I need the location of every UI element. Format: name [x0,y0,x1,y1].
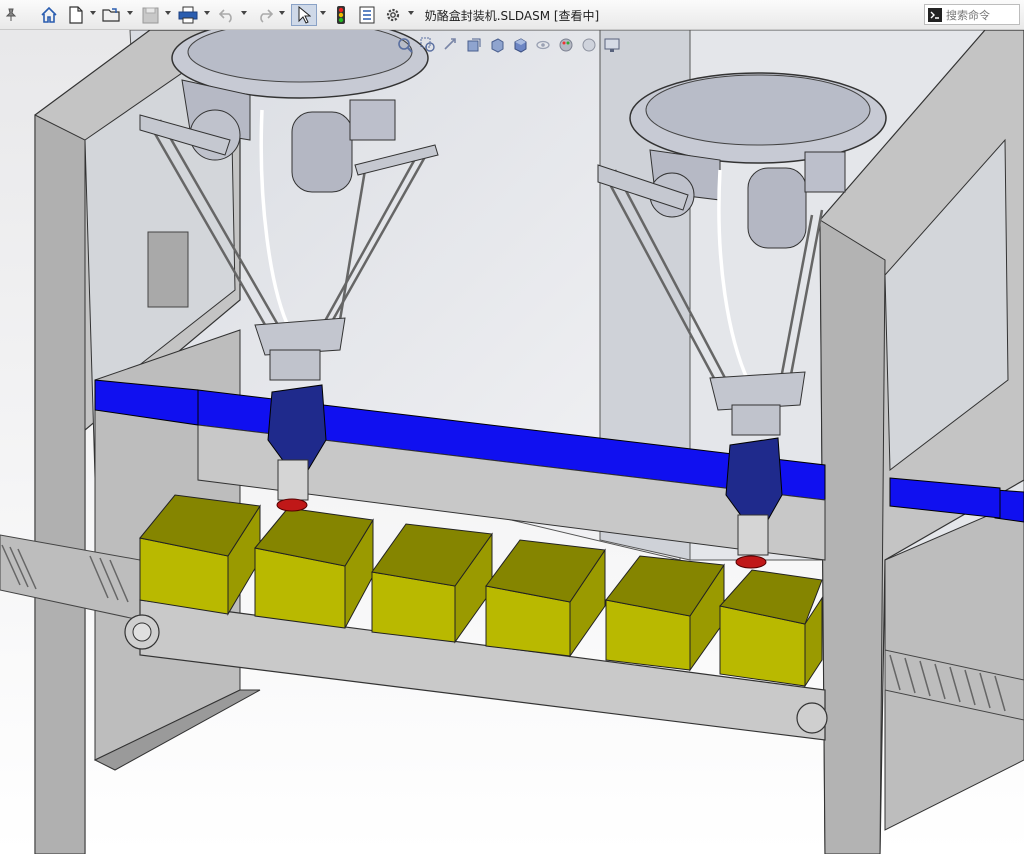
traffic-light-icon[interactable] [333,4,349,26]
search-commands-box[interactable]: 搜索命令 [924,4,1020,25]
new-dropdown-icon[interactable] [90,11,96,15]
heads-up-view-toolbar [396,34,626,56]
graphics-area[interactable] [0,30,1024,854]
open-folder-icon[interactable] [101,4,123,26]
save-icon[interactable] [139,4,161,26]
redo-icon[interactable] [254,4,276,26]
section-view-icon[interactable] [465,36,483,54]
undo-dropdown-icon[interactable] [241,11,247,15]
print-icon[interactable] [177,4,199,26]
options-gear-icon[interactable] [382,4,404,26]
display-style-icon[interactable] [511,36,529,54]
edit-appearance-icon[interactable] [557,36,575,54]
print-dropdown-icon[interactable] [204,11,210,15]
view-settings-icon[interactable] [603,36,621,54]
view-orientation-icon[interactable] [488,36,506,54]
file-properties-icon[interactable] [356,4,378,26]
new-document-icon[interactable] [66,4,86,26]
apply-scene-icon[interactable] [580,36,598,54]
title-toolbar: 奶酪盒封装机.SLDASM [查看中] 搜索命令 [0,0,1024,30]
undo-icon[interactable] [216,4,238,26]
zoom-to-area-icon[interactable] [419,36,437,54]
select-arrow-icon[interactable] [291,4,317,26]
open-dropdown-icon[interactable] [127,11,133,15]
pin-icon[interactable] [2,4,20,26]
options-dropdown-icon[interactable] [408,11,414,15]
hide-show-items-icon[interactable] [534,36,552,54]
previous-view-icon[interactable] [442,36,460,54]
search-input[interactable]: 搜索命令 [946,7,990,23]
home-icon[interactable] [38,4,60,26]
redo-dropdown-icon[interactable] [279,11,285,15]
zoom-to-fit-icon[interactable] [396,36,414,54]
save-dropdown-icon[interactable] [165,11,171,15]
command-prompt-icon [928,7,942,22]
select-dropdown-icon[interactable] [320,11,326,15]
